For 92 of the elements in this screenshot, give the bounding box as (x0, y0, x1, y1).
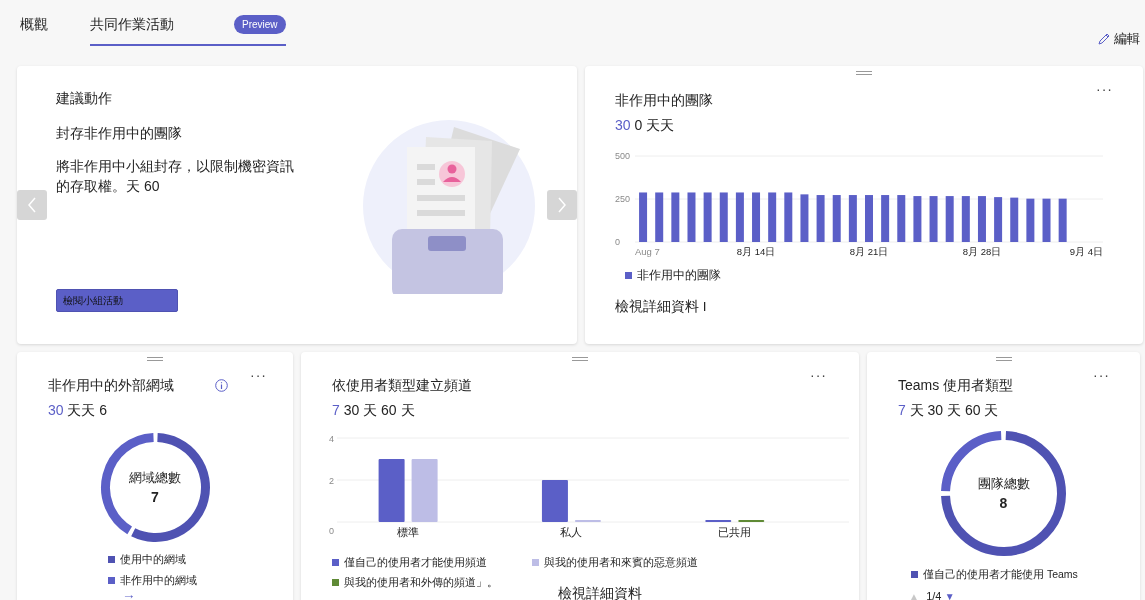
axis-label: 4 (329, 434, 334, 444)
axis-label: 8月 21日 (849, 246, 889, 257)
recommendation-title: 封存非作用中的團隊 (56, 124, 183, 143)
drag-handle-icon[interactable] (856, 70, 872, 76)
tab[interactable]: 概觀 (20, 10, 48, 46)
bar (768, 192, 777, 242)
donut-center-label: 網域總數 (128, 468, 182, 487)
legend-label: 使用中的網域 (120, 552, 186, 567)
recommendation-text: 將非作用中小組封存，以限制機密資訊的存取權。天 60 (56, 157, 295, 197)
bar (816, 195, 825, 242)
bar (752, 192, 761, 242)
period-option[interactable]: 30 天 60 天 (343, 402, 415, 418)
axis-label: 已共用 (717, 526, 751, 538)
bar (411, 459, 438, 522)
bar (977, 196, 986, 242)
bar (1042, 198, 1051, 242)
card-heading: 建議動作 (56, 89, 113, 108)
period-option[interactable]: 0 天天 (634, 117, 675, 133)
more-options-button[interactable]: ··· (806, 368, 831, 382)
card-title: 非作用中的外部網域 (48, 376, 174, 395)
legend-label: 僅自己的使用者才能使用 Teams (923, 567, 1078, 582)
bar (735, 192, 744, 242)
bar (687, 192, 696, 242)
axis-label: 8月 14日 (736, 246, 776, 257)
period-option[interactable]: 7 (898, 402, 906, 418)
info-icon[interactable] (215, 379, 228, 392)
axis-label: 0 (615, 237, 620, 247)
bar (639, 192, 648, 242)
legend-label: 非作用中的團隊 (637, 268, 721, 283)
chevron-left-icon (27, 197, 37, 213)
preview-badge: Preview (234, 15, 286, 34)
donut-center-label: 團隊總數 (976, 474, 1031, 493)
bar (655, 192, 664, 242)
view-details-link[interactable]: 檢視詳細資料 (558, 584, 642, 600)
axis-label: 2 (329, 476, 334, 486)
period-option[interactable]: 天天 6 (67, 402, 108, 418)
bar (832, 195, 841, 242)
arrow-link[interactable]: → (122, 585, 136, 600)
card-title: 依使用者類型建立頻道 (332, 377, 472, 393)
more-options-button[interactable]: ··· (1092, 82, 1117, 96)
next-page-button[interactable]: ▼ (944, 588, 955, 600)
tab[interactable]: 共同作業活動 Preview (90, 10, 286, 46)
drag-handle-icon[interactable] (147, 356, 163, 362)
edit-button[interactable]: 編輯 (1096, 29, 1140, 49)
bar (945, 196, 954, 242)
bar (929, 196, 938, 242)
axis-label: 8月 28日 (962, 246, 1002, 257)
axis-label: 0 (329, 526, 334, 536)
legend-label: 與我的使用者和來賓的惡意頻道 (544, 555, 698, 570)
bar (800, 194, 809, 242)
bar (994, 197, 1003, 242)
more-options-button[interactable]: ··· (246, 368, 271, 382)
page-indicator: 1/4 (926, 589, 942, 600)
bar (865, 195, 873, 242)
legend-label: 非作用中的網域 (120, 572, 197, 588)
bar (881, 195, 890, 242)
more-options-button[interactable]: ··· (1089, 368, 1114, 382)
bar (703, 192, 712, 242)
axis-label: 9月 4日 (1069, 246, 1103, 257)
review-button[interactable]: 檢閱小組活動 (56, 289, 178, 312)
bar (961, 196, 970, 242)
bar (671, 192, 680, 242)
period-option[interactable]: 天 30 天 60 天 (909, 402, 999, 418)
bar (1058, 198, 1067, 242)
bar (848, 195, 857, 242)
bar (913, 196, 922, 242)
bar (1026, 198, 1035, 242)
bar (719, 192, 728, 242)
axis-label: 250 (615, 194, 631, 204)
chevron-right-icon (557, 197, 567, 213)
bar (541, 480, 568, 522)
period-option[interactable]: 30 (615, 117, 631, 133)
axis-label: 500 (615, 151, 631, 161)
period-option[interactable]: 30 (48, 402, 64, 418)
donut-center-value: 7 (150, 488, 160, 507)
bar (378, 459, 405, 522)
axis-label: 標準 (396, 526, 419, 538)
legend-label: 與我的使用者和外傳的頻道」。 (344, 574, 498, 590)
donut-center-value: 8 (998, 494, 1009, 513)
card-title: 非作用中的團隊 (615, 92, 713, 108)
drag-handle-icon[interactable] (995, 356, 1012, 362)
axis-label: Aug 7 (635, 246, 660, 257)
bar (897, 195, 906, 242)
pencil-icon (1096, 31, 1111, 46)
bar (1010, 197, 1019, 242)
drag-handle-icon[interactable] (572, 356, 588, 362)
bar (784, 192, 793, 242)
card-title: Teams 使用者類型 (898, 377, 1014, 393)
legend-label: 僅自己的使用者才能使用頻道 (344, 555, 487, 570)
axis-label: 私人 (559, 526, 582, 538)
period-option[interactable]: 7 (332, 402, 340, 418)
view-details-link[interactable]: 檢視詳細資料 I (615, 297, 707, 318)
